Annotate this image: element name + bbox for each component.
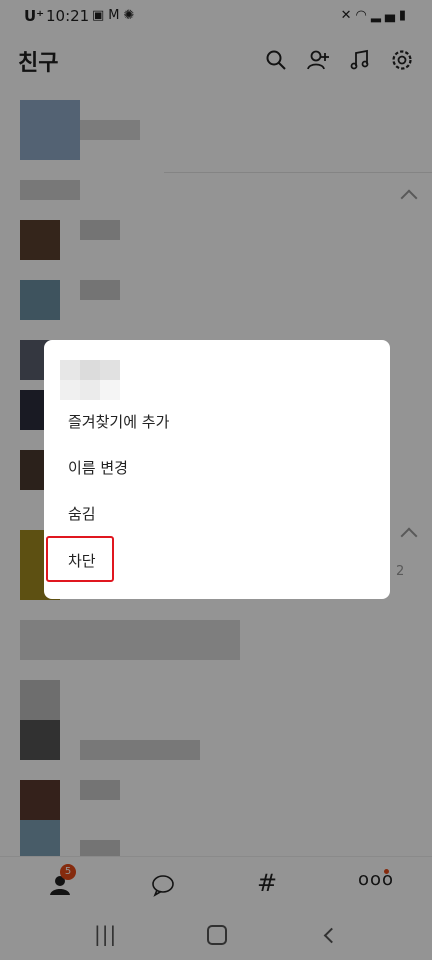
menu-item-rename[interactable]: 이름 변경 — [68, 457, 128, 478]
menu-item-hide[interactable]: 숨김 — [68, 503, 96, 524]
menu-item-add-favorite[interactable]: 즐겨찾기에 추가 — [68, 411, 169, 432]
highlight-box — [46, 536, 114, 582]
friend-context-menu: 즐겨찾기에 추가 이름 변경 숨김 차단 — [44, 340, 390, 599]
friend-avatar — [60, 360, 120, 400]
